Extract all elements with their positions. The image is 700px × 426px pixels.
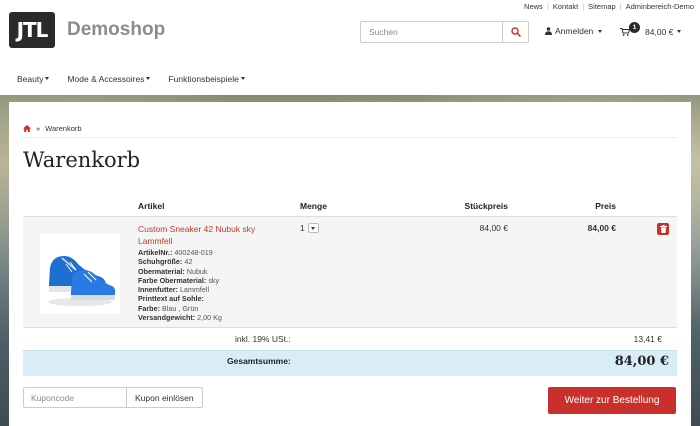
vat-label: inkl. 19% USt.: [235,334,291,344]
separator: | [619,1,622,11]
chevron-down-icon [677,30,682,33]
header: JTL Demoshop Anmelden 1 84,00 € [0,12,700,62]
nav-item-label: Beauty [17,73,44,84]
nav-item-beauty[interactable]: Beauty [17,73,50,84]
top-links: News | Kontakt | Sitemap | Adminbereich-… [524,0,700,12]
page-title: Warenkorb [23,148,141,172]
login-dropdown[interactable]: Anmelden [545,26,603,36]
top-link-admin[interactable]: Adminbereich-Demo [626,2,694,11]
quantity-dropdown-button[interactable] [307,223,319,233]
coupon-form: Kupon einlösen [23,387,203,408]
attribute-row: Obermaterial: Nubuk [138,266,208,276]
checkout-button[interactable]: Weiter zur Bestellung [548,387,676,414]
home-icon[interactable] [23,125,31,132]
chevron-down-icon [146,77,151,80]
total-value: 84,00 € [614,354,669,369]
separator: | [582,1,585,11]
column-header-preis: Preis [595,201,616,211]
product-name-link[interactable]: Custom Sneaker 42 Nubuk sky Lammfell [138,223,278,247]
cart-count-badge: 1 [629,22,640,33]
chevron-down-icon [311,226,316,230]
nav-item-mode[interactable]: Mode & Accessoires [67,73,151,84]
attribute-row: Versandgewicht: 2,00 Kg [138,313,222,323]
attribute-row: Farbe Obermaterial: sky [138,275,220,285]
top-link-sitemap[interactable]: Sitemap [588,2,616,11]
total-label: Gesamtsumme: [227,356,291,366]
divider [23,327,677,328]
cart-panel: » Warenkorb Warenkorb Artikel Menge Stüc… [9,102,691,426]
chevron-down-icon [45,77,50,80]
breadcrumb-separator: » [36,124,41,133]
unit-price: 84,00 € [479,223,508,233]
chevron-down-icon [598,29,603,33]
main-nav: Beauty Mode & Accessoires Funktionsbeisp… [0,62,700,95]
quantity-value: 1 [300,223,305,233]
login-label: Anmelden [555,26,594,36]
remove-item-button[interactable] [657,223,669,235]
logo[interactable]: JTL [9,12,55,48]
product-image[interactable] [40,234,120,314]
search-box [360,21,529,43]
breadcrumb-current: Warenkorb [45,124,82,133]
top-link-kontakt[interactable]: Kontakt [553,2,578,11]
table-row [23,217,677,327]
separator: | [546,1,549,11]
total-row [23,350,677,376]
redeem-coupon-button[interactable]: Kupon einlösen [127,387,203,408]
nav-item-label: Mode & Accessoires [67,73,145,84]
brand-name[interactable]: Demoshop [67,19,165,41]
attribute-row: Innenfutter: Lammfell [138,285,210,295]
top-link-news[interactable]: News [524,2,543,11]
attribute-row: ArtikelNr.: 400248-019 [138,248,213,257]
trash-icon [659,225,667,233]
column-header-artikel: Artikel [138,201,165,211]
attribute-row: Schuhgröße: 42 [138,257,193,267]
nav-item-label: Funktionsbeispiele [168,73,239,84]
attribute-row: Farbe: Blau , Grün [138,303,199,313]
breadcrumb: » Warenkorb [23,124,82,133]
search-icon [510,27,521,37]
cart-button[interactable]: 1 84,00 € [620,22,682,37]
divider [23,137,677,138]
attribute-row: Printtext auf Sohle: [138,294,204,304]
product-attributes: ArtikelNr.: 400248-019 Schuhgröße: 42 Ob… [138,248,222,322]
cart-total: 84,00 € [645,26,674,37]
coupon-input[interactable] [23,387,127,408]
column-header-stueckpreis: Stückpreis [464,201,508,211]
line-price: 84,00 € [587,223,616,233]
nav-item-funktionsbeispiele[interactable]: Funktionsbeispiele [168,73,245,84]
search-button[interactable] [502,22,528,42]
column-header-menge: Menge [300,201,327,211]
vat-value: 13,41 € [633,334,662,344]
user-icon [545,27,552,35]
search-input[interactable] [361,22,502,42]
quantity-selector[interactable]: 1 [300,223,319,233]
chevron-down-icon [240,77,245,80]
